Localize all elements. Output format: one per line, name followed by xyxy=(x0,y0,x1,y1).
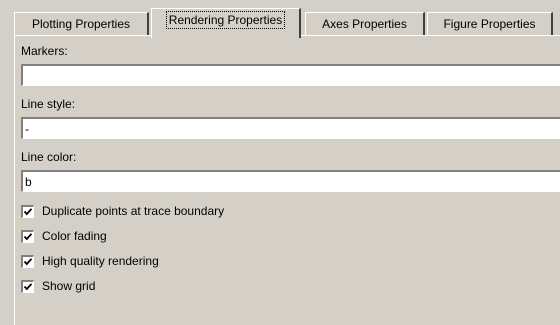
color-fading-checkbox[interactable] xyxy=(21,229,34,243)
checkmark-icon xyxy=(23,282,33,290)
tab-axes-properties[interactable]: Axes Properties xyxy=(305,12,425,36)
rendering-properties-panel: Markers: Line style: Line color: Duplica… xyxy=(14,35,560,325)
line-style-label: Line style: xyxy=(21,97,76,111)
color-fading-label: Color fading xyxy=(42,229,107,243)
checkmark-icon xyxy=(23,207,33,215)
tab-plotting-properties[interactable]: Plotting Properties xyxy=(14,12,149,36)
tab-label: Rendering Properties xyxy=(165,11,286,29)
tab-rendering-properties[interactable]: Rendering Properties xyxy=(151,8,301,38)
color-fading-checkbox-row[interactable]: Color fading xyxy=(21,227,107,245)
checkmark-icon xyxy=(23,232,33,240)
line-color-field[interactable] xyxy=(21,170,560,192)
tab-strip: Plotting Properties Rendering Properties… xyxy=(14,8,560,38)
line-style-field[interactable] xyxy=(21,117,560,139)
duplicate-points-checkbox[interactable] xyxy=(21,204,34,218)
checkmark-icon xyxy=(23,257,33,265)
tab-label: Axes Properties xyxy=(322,17,407,31)
show-grid-label: Show grid xyxy=(42,279,96,293)
tab-label: Figure Properties xyxy=(443,17,536,31)
markers-label: Markers: xyxy=(21,44,68,58)
show-grid-checkbox-row[interactable]: Show grid xyxy=(21,277,95,295)
high-quality-rendering-checkbox[interactable] xyxy=(21,254,34,268)
high-quality-rendering-checkbox-row[interactable]: High quality rendering xyxy=(21,252,159,270)
show-grid-checkbox[interactable] xyxy=(21,279,34,293)
duplicate-points-label: Duplicate points at trace boundary xyxy=(42,204,225,218)
markers-field[interactable] xyxy=(21,64,560,86)
tab-figure-properties[interactable]: Figure Properties xyxy=(427,12,553,36)
rendering-properties-dialog: Plotting Properties Rendering Properties… xyxy=(0,0,560,325)
line-color-label: Line color: xyxy=(21,150,77,164)
tab-label: Plotting Properties xyxy=(31,17,131,31)
high-quality-rendering-label: High quality rendering xyxy=(42,254,159,268)
duplicate-points-checkbox-row[interactable]: Duplicate points at trace boundary xyxy=(21,202,224,220)
